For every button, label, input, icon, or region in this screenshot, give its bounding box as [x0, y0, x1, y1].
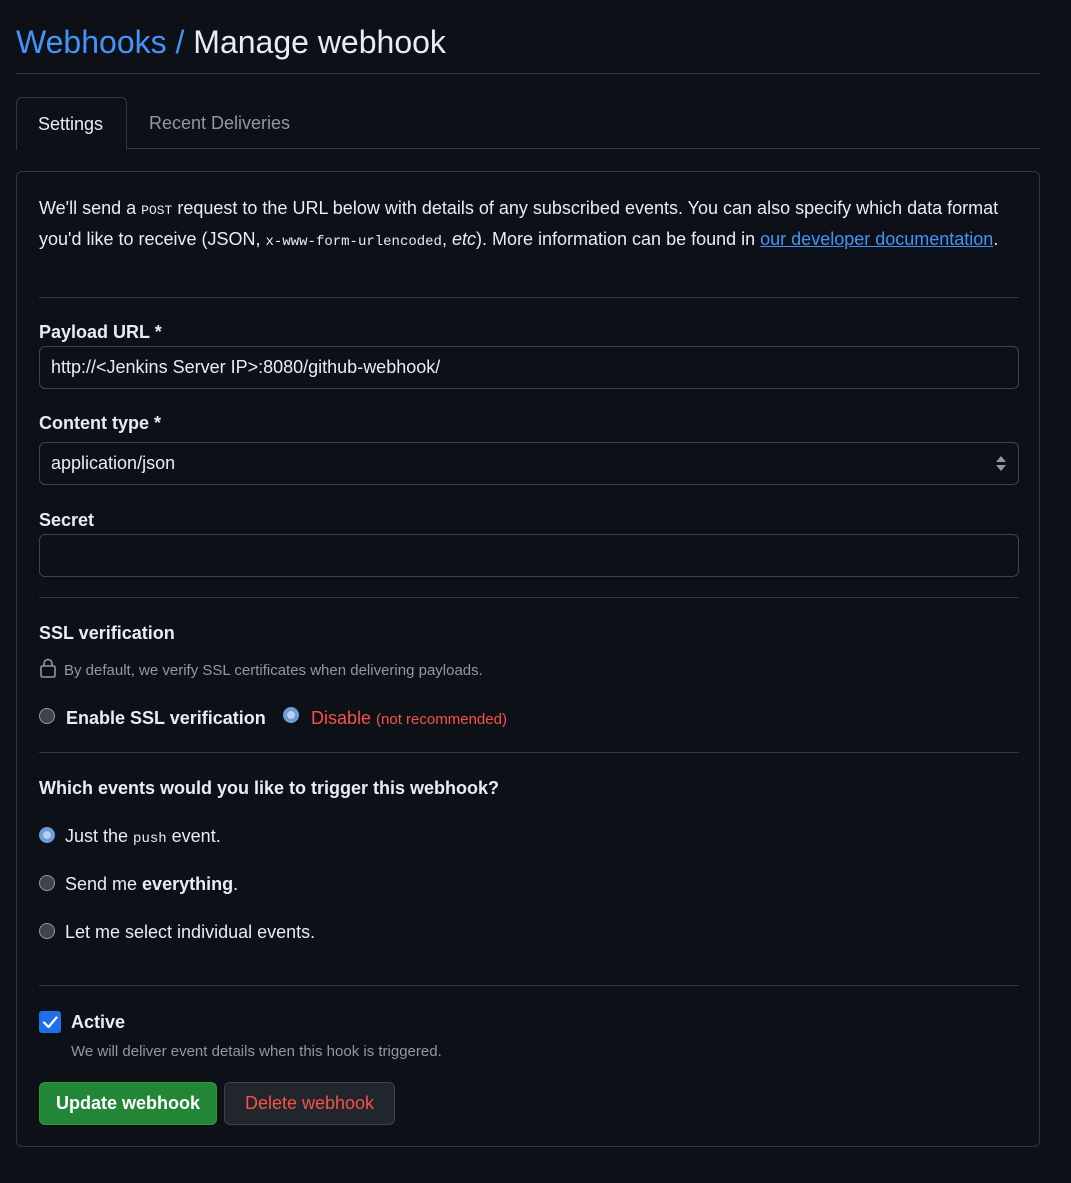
everything-bold-text: everything [142, 874, 234, 894]
divider [39, 597, 1019, 598]
breadcrumb-current: Manage webhook [193, 24, 446, 60]
intro-text: We'll send a POST request to the URL bel… [39, 194, 999, 256]
content-type-label: Content type * [39, 413, 162, 433]
intro-text-part: ). More information can be found in [476, 229, 761, 249]
everything-radio[interactable] [39, 875, 55, 891]
page-header: Webhooks / Manage webhook [16, 0, 1040, 74]
enable-ssl-radio[interactable] [39, 708, 55, 724]
active-label[interactable]: Active [71, 1012, 125, 1033]
ssl-verification-heading: SSL verification [39, 623, 175, 643]
checkmark-icon [42, 1016, 58, 1029]
breadcrumb-separator: / [175, 24, 185, 60]
option-text: Just the [65, 826, 134, 846]
push-event-label[interactable]: Just the push event. [65, 826, 221, 847]
individual-events-radio[interactable] [39, 923, 55, 939]
intro-text-part: We'll send a [39, 198, 142, 218]
update-webhook-button[interactable]: Update webhook [39, 1082, 217, 1125]
divider [39, 297, 1019, 298]
not-recommended-text: (not recommended) [376, 711, 507, 728]
post-code: POST [141, 203, 173, 218]
select-arrows-icon [996, 456, 1006, 472]
push-event-radio[interactable] [39, 827, 55, 843]
developer-documentation-link[interactable]: our developer documentation [760, 229, 993, 249]
content-type-selected-value: application/json [51, 453, 176, 473]
breadcrumb-webhooks-link[interactable]: Webhooks [16, 24, 167, 60]
intro-text-part: , [441, 229, 452, 249]
lock-icon [40, 658, 56, 678]
page-title: Webhooks / Manage webhook [16, 22, 446, 62]
events-question: Which events would you like to trigger t… [39, 778, 500, 798]
divider [39, 985, 1019, 986]
tab-recent-deliveries[interactable]: Recent Deliveries [128, 97, 311, 149]
disable-ssl-label[interactable]: Disable (not recommended) [311, 708, 507, 729]
secret-label: Secret [39, 510, 95, 530]
option-text: Send me [65, 874, 143, 894]
ssl-note: By default, we verify SSL certificates w… [64, 662, 483, 679]
form-urlencoded-code: x-www-form-urlencoded [265, 234, 442, 250]
disable-ssl-radio[interactable] [283, 707, 299, 723]
content-type-select[interactable]: application/json [39, 442, 1019, 485]
divider [39, 752, 1019, 753]
manage-webhook-page: Webhooks / Manage webhook Settings Recen… [0, 0, 1071, 1183]
webhook-settings-form: We'll send a POST request to the URL bel… [16, 171, 1040, 1147]
active-checkbox[interactable] [39, 1011, 61, 1033]
everything-label[interactable]: Send me everything. [65, 874, 238, 895]
intro-text-part: . [993, 229, 999, 249]
option-text: . [233, 874, 239, 894]
tab-bar: Settings Recent Deliveries [16, 97, 1040, 150]
disable-ssl-text: Disable [311, 708, 372, 728]
payload-url-input[interactable]: http://<Jenkins Server IP>:8080/github-w… [39, 346, 1019, 389]
individual-events-label[interactable]: Let me select individual events. [65, 922, 315, 943]
active-note: We will deliver event details when this … [71, 1043, 442, 1060]
etc-text: etc [451, 229, 476, 249]
payload-url-label: Payload URL * [39, 322, 162, 342]
push-code: push [133, 831, 167, 847]
enable-ssl-label[interactable]: Enable SSL verification [66, 708, 266, 729]
option-text: event. [166, 826, 221, 846]
tab-settings[interactable]: Settings [16, 97, 127, 150]
secret-input[interactable] [39, 534, 1019, 577]
delete-webhook-button[interactable]: Delete webhook [224, 1082, 395, 1125]
